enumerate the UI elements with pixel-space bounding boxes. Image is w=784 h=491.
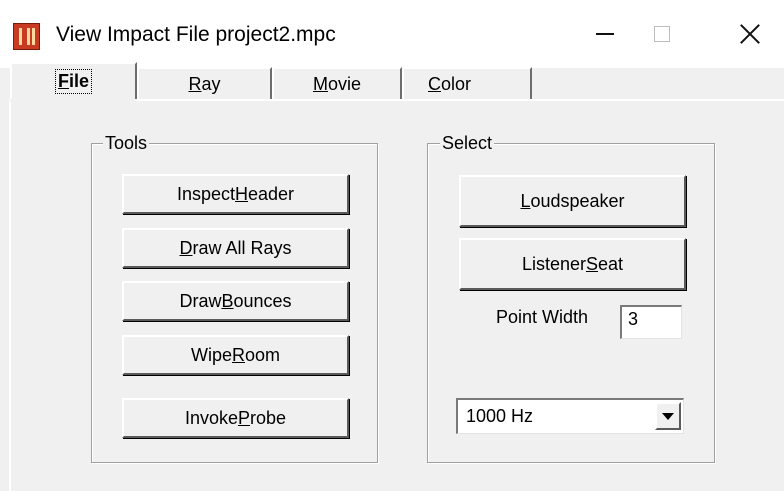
- tab-file-label: File: [54, 69, 93, 94]
- select-group-label: Select: [440, 133, 495, 153]
- tab-movie[interactable]: Movie: [272, 67, 402, 99]
- minimize-button[interactable]: [575, 18, 635, 50]
- frequency-dropdown-button[interactable]: [655, 402, 681, 430]
- invoke-probe-button[interactable]: Invoke Probe: [122, 398, 349, 438]
- wipe-room-button[interactable]: Wipe Room: [122, 335, 349, 375]
- frequency-select-value: 1000 Hz: [466, 406, 534, 426]
- point-width-input[interactable]: 3: [620, 305, 682, 339]
- listener-seat-button[interactable]: Listener Seat: [459, 238, 686, 290]
- tab-color[interactable]: Color: [402, 67, 532, 99]
- tab-ray[interactable]: Ray: [137, 67, 272, 99]
- close-icon: [740, 24, 760, 44]
- close-button[interactable]: [720, 18, 780, 50]
- window-title: View Impact File project2.mpc: [56, 23, 336, 46]
- draw-all-rays-button[interactable]: Draw All Rays: [122, 228, 349, 268]
- tab-color-label: Color: [428, 73, 472, 94]
- maximize-icon: [654, 26, 670, 42]
- inspect-header-button[interactable]: Inspect Header: [122, 174, 349, 214]
- maximize-button[interactable]: [632, 18, 692, 50]
- loudspeaker-button[interactable]: Loudspeaker: [459, 175, 686, 227]
- tab-file[interactable]: File: [10, 62, 137, 99]
- chevron-down-icon: [662, 412, 674, 420]
- frequency-select[interactable]: 1000 Hz: [456, 398, 684, 434]
- app-icon[interactable]: [13, 23, 40, 50]
- point-width-label: Point Width: [496, 307, 589, 327]
- minimize-icon: [596, 33, 614, 35]
- tab-ray-label: Ray: [188, 73, 221, 94]
- tab-movie-label: Movie: [312, 73, 362, 94]
- tools-group-label: Tools: [103, 133, 150, 153]
- draw-bounces-button[interactable]: Draw Bounces: [122, 281, 349, 321]
